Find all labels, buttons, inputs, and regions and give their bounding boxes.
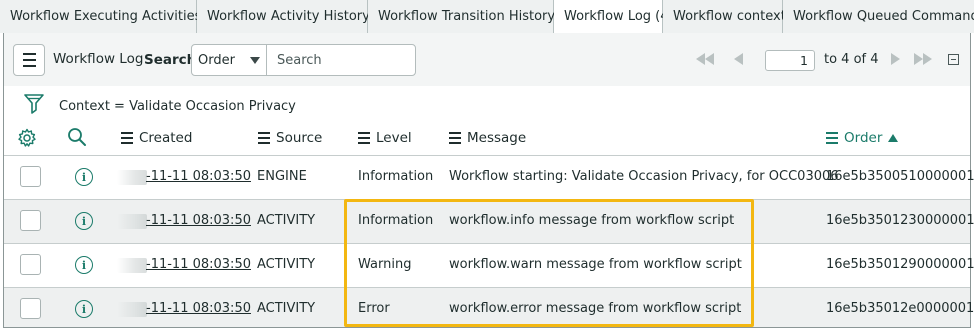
tab-workflow-activity-history[interactable]: Workflow Activity History (3) [197,0,392,33]
list-title: Workflow Log [53,51,144,67]
source-cell: ACTIVITY [257,301,316,316]
column-header-source[interactable]: Source [258,130,322,146]
column-label-created: Created [139,130,193,146]
row-select-checkbox[interactable] [20,166,41,187]
tab-workflow-queued-commands[interactable]: Workflow Queued Commands [783,0,974,33]
order-cell: 16e5b3501230000001 [826,213,974,228]
tab-workflow-contexts[interactable]: Workflow contexts [663,0,793,33]
column-menu-icon[interactable] [358,131,370,146]
column-label-source: Source [276,130,323,146]
message-cell: workflow.warn message from workflow scri… [449,257,742,272]
column-label-order: Order [844,130,883,146]
column-header-created[interactable]: Created [121,130,192,146]
level-cell: Error [358,301,390,316]
column-label-message: Message [467,130,527,146]
info-circle-icon[interactable]: i [75,212,93,230]
column-menu-icon[interactable] [258,131,270,146]
created-link[interactable]: -11-11 08:03:50 [146,257,251,272]
created-link[interactable]: -11-11 08:03:50 [146,213,251,228]
first-page-icon[interactable] [696,51,714,67]
row-select-checkbox[interactable] [20,210,41,231]
level-cell: Information [358,213,434,228]
column-header-level[interactable]: Level [358,130,412,146]
column-header-order[interactable]: Order [826,130,899,146]
search-field-selected-value: Order [198,52,235,68]
row-select-checkbox[interactable] [20,298,41,319]
workflow-log-list: Workflow Log Search Order to 4 of 4 Cont… [3,33,974,328]
order-cell: 16e5b3500510000001 [826,169,974,184]
tab-workflow-executing-activities[interactable]: Workflow Executing Activities (1) [0,0,224,33]
search-field-select[interactable]: Order [191,44,267,76]
row-select-checkbox[interactable] [20,254,41,275]
next-page-icon[interactable] [891,51,900,67]
collapse-icon[interactable] [948,54,959,65]
table-row[interactable]: i -11-11 08:03:50 ENGINE Information Wor… [4,155,974,199]
breadcrumb: Context = Validate Occasion Privacy [4,88,970,122]
last-page-icon[interactable] [914,51,932,67]
level-cell: Warning [358,257,412,272]
previous-page-icon[interactable] [734,51,743,67]
source-cell: ACTIVITY [257,213,316,228]
filter-funnel-icon[interactable] [24,93,44,115]
column-header-message[interactable]: Message [449,130,526,146]
column-menu-icon[interactable] [826,131,838,146]
search-input[interactable] [266,44,416,76]
order-cell: 16e5b35012e0000001 [826,301,974,316]
source-cell: ACTIVITY [257,257,316,272]
redacted-year [117,170,147,185]
column-menu-icon[interactable] [449,131,461,146]
table-header: Created Source Level Message Order [4,122,970,155]
search-icon[interactable] [67,127,87,147]
column-label-level: Level [376,130,412,146]
table-row[interactable]: i -11-11 08:03:50 ACTIVITY Error workflo… [4,287,974,327]
message-cell: workflow.error message from workflow scr… [449,301,742,316]
search-label: Search [144,52,197,68]
hamburger-menu-icon [22,51,36,69]
tab-workflow-log[interactable]: Workflow Log (4) [554,0,674,34]
redacted-year [117,214,147,229]
source-cell: ENGINE [257,169,307,184]
order-cell: 16e5b3501290000001 [826,257,974,272]
column-menu-icon[interactable] [121,131,133,146]
table-row[interactable]: i -11-11 08:03:50 ACTIVITY Warning workf… [4,243,974,287]
message-cell: Workflow starting: Validate Occasion Pri… [449,169,839,184]
tab-workflow-transition-history[interactable]: Workflow Transition History (3) [368,0,578,33]
breadcrumb-context-filter[interactable]: Context = Validate Occasion Privacy [59,99,296,114]
level-cell: Information [358,169,434,184]
info-circle-icon[interactable]: i [75,168,93,186]
message-cell: workflow.info message from workflow scri… [449,213,735,228]
page-range-text: to 4 of 4 [824,52,879,67]
related-lists-tab-bar: Workflow Executing Activities (1) Workfl… [0,0,974,34]
page-number-input[interactable] [765,50,815,71]
list-toolbar: Workflow Log Search Order to 4 of 4 [4,33,970,86]
info-circle-icon[interactable]: i [75,300,93,318]
redacted-year [117,302,147,317]
redacted-year [117,258,147,273]
table-row[interactable]: i -11-11 08:03:50 ACTIVITY Information w… [4,199,974,243]
gear-icon[interactable] [17,128,37,148]
info-circle-icon[interactable]: i [75,256,93,274]
chevron-down-icon [250,57,260,64]
sort-ascending-icon [888,134,899,142]
created-link[interactable]: -11-11 08:03:50 [146,169,251,184]
list-menu-button[interactable] [13,44,45,76]
created-link[interactable]: -11-11 08:03:50 [146,301,251,316]
